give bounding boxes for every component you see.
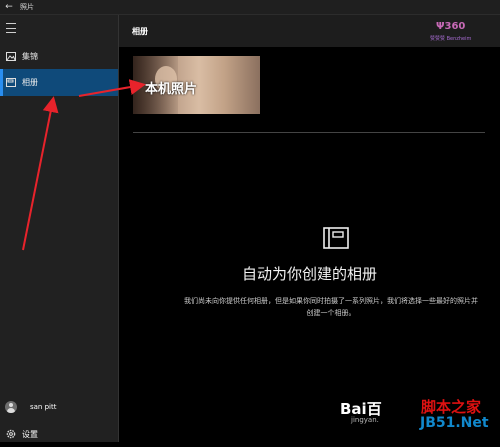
settings-button[interactable]: 设置 bbox=[0, 421, 118, 447]
watermark-jingyan: jingyan. bbox=[351, 416, 379, 424]
empty-state-title: 自动为你创建的相册 bbox=[241, 265, 377, 283]
title-bar: ← 照片 bbox=[0, 0, 500, 15]
hamburger-menu-icon[interactable] bbox=[6, 23, 16, 33]
back-button[interactable]: ← bbox=[0, 2, 18, 12]
empty-state-description: 我们尚未向你提供任何相册，但是如果你同时拍摄了一系列照片，我们将选择一些最好的照… bbox=[184, 297, 478, 317]
sidebar-item-label: 集锦 bbox=[22, 52, 38, 61]
watermark-jb51-net: JB51.Net bbox=[420, 415, 489, 431]
avatar bbox=[5, 401, 17, 413]
user-account[interactable]: san pitt bbox=[0, 394, 118, 420]
sidebar-item-albums[interactable]: 相册 bbox=[0, 69, 118, 96]
sidebar-item-label: 相册 bbox=[22, 78, 38, 87]
page-title: 相册 bbox=[132, 26, 148, 36]
settings-label: 设置 bbox=[22, 429, 38, 439]
user-name: san pitt bbox=[30, 403, 57, 411]
window-title: 照片 bbox=[20, 3, 34, 11]
watermark-logo-text: Ψ360 bbox=[436, 21, 466, 32]
album-label: 本机照片 bbox=[145, 82, 198, 97]
main-content: 相册 Ψ360 赞赞赞 Benzheim 本机照片 自动为你创建的相册 我们尚未… bbox=[119, 15, 500, 442]
sidebar: 集锦 相册 san pitt 设置 bbox=[0, 15, 119, 442]
collection-icon bbox=[0, 52, 22, 61]
watermark-logo: Ψ360 赞赞赞 Benzheim bbox=[430, 19, 486, 45]
gear-icon bbox=[0, 429, 22, 439]
divider bbox=[133, 132, 485, 133]
watermark-logo-subtext: 赞赞赞 Benzheim bbox=[430, 36, 472, 42]
album-placeholder-icon bbox=[323, 227, 349, 249]
sidebar-item-collection[interactable]: 集锦 bbox=[0, 43, 118, 70]
album-icon bbox=[0, 78, 22, 87]
watermark-jb51: 脚本之家 bbox=[421, 398, 482, 416]
